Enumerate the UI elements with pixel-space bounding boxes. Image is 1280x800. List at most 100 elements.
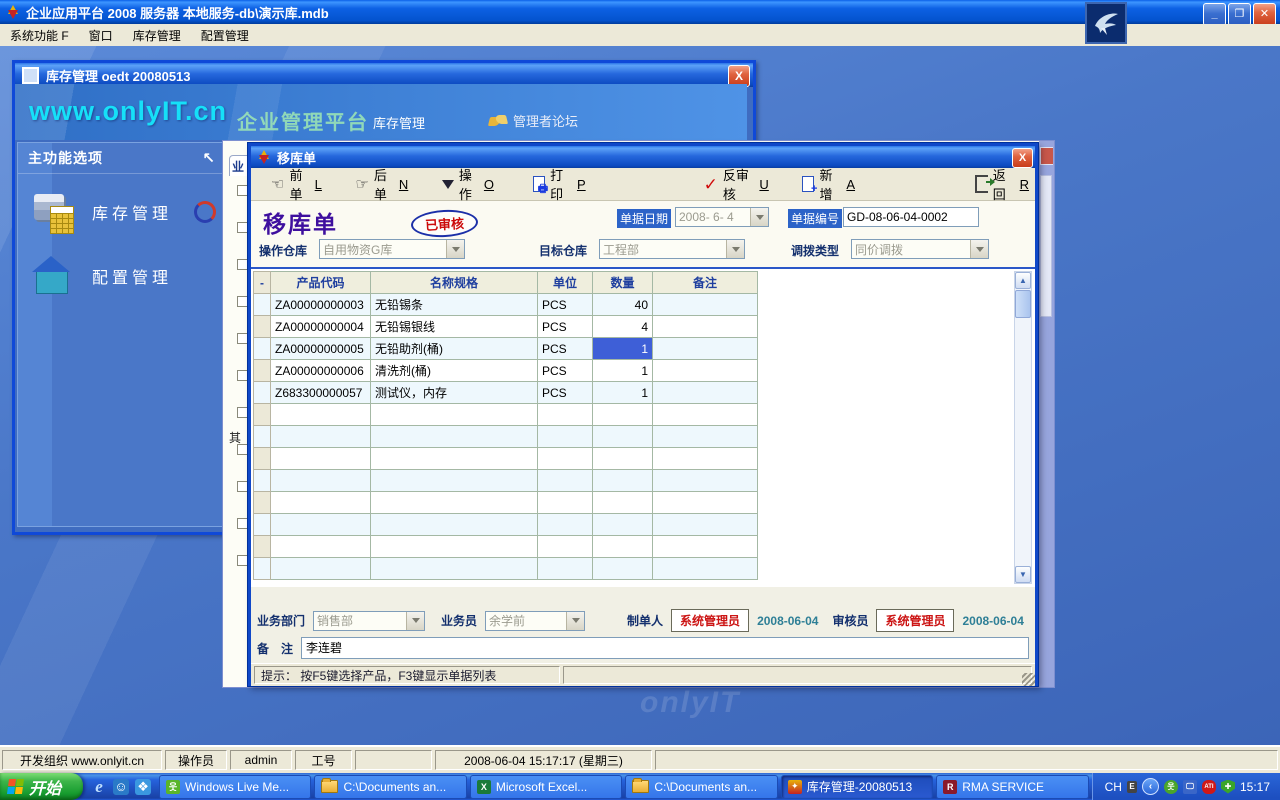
combo-arrow-icon[interactable]	[726, 240, 744, 258]
sidebar-item-config[interactable]: 配置管理	[32, 250, 226, 302]
grid-row[interactable]	[254, 404, 758, 426]
grid-row[interactable]	[254, 514, 758, 536]
grid-row-header[interactable]	[254, 382, 271, 404]
grid-cell[interactable]	[538, 404, 593, 426]
grid-cell[interactable]	[653, 382, 758, 404]
scroll-up-icon[interactable]: ▲	[1015, 272, 1031, 289]
inventory-window-titlebar[interactable]: 库存管理 oedt 20080513 X	[12, 60, 756, 87]
task-rma-service[interactable]: R RMA SERVICE	[936, 775, 1088, 799]
grid-cell[interactable]	[271, 470, 371, 492]
grid-cell[interactable]	[653, 426, 758, 448]
menu-config[interactable]: 配置管理	[191, 25, 259, 46]
grid-row-header[interactable]	[254, 294, 271, 316]
ime-indicator[interactable]: CH	[1105, 780, 1122, 794]
col-remark[interactable]: 备注	[653, 272, 758, 294]
grid-cell[interactable]: ZA00000000006	[271, 360, 371, 382]
grid-row-header[interactable]	[254, 470, 271, 492]
messenger-icon[interactable]: ☺	[113, 779, 129, 795]
grid-cell[interactable]	[653, 316, 758, 338]
grid-row[interactable]	[254, 426, 758, 448]
grid-cell[interactable]: 4	[593, 316, 653, 338]
grid-cell[interactable]: ZA00000000005	[271, 338, 371, 360]
close-button[interactable]: ✕	[1253, 3, 1276, 26]
task-excel[interactable]: X Microsoft Excel...	[470, 775, 622, 799]
task-explorer-2[interactable]: C:\Documents an...	[625, 775, 777, 799]
grid-row-header[interactable]	[254, 492, 271, 514]
grid-cell[interactable]	[593, 448, 653, 470]
grid-row[interactable]: Z683300000057测试仪，内存PCS1	[254, 382, 758, 404]
grid-scrollbar[interactable]: ▲ ▼	[1014, 271, 1032, 584]
grid-cell[interactable]	[653, 360, 758, 382]
grid-cell[interactable]	[593, 470, 653, 492]
date-combo[interactable]: 2008- 6- 4	[675, 207, 769, 227]
start-button[interactable]: 开始	[0, 773, 83, 800]
grid-cell[interactable]: PCS	[538, 316, 593, 338]
grid-cell[interactable]: ZA00000000004	[271, 316, 371, 338]
grid-cell[interactable]	[653, 492, 758, 514]
grid-cell[interactable]: PCS	[538, 338, 593, 360]
grid-cell[interactable]	[653, 294, 758, 316]
combo-arrow-icon[interactable]	[406, 612, 424, 630]
grid-row-header[interactable]	[254, 558, 271, 580]
operation-button[interactable]: 操作O	[436, 162, 500, 206]
grid-cell[interactable]	[271, 536, 371, 558]
grid-cell[interactable]: PCS	[538, 360, 593, 382]
grid-cell[interactable]	[593, 492, 653, 514]
grid-cell[interactable]	[271, 558, 371, 580]
browser-icon[interactable]: ❖	[135, 779, 151, 795]
dialog-close-button[interactable]: X	[1012, 148, 1033, 168]
grid-cell[interactable]	[371, 514, 538, 536]
grid-row-header[interactable]	[254, 448, 271, 470]
grid-cell[interactable]	[653, 448, 758, 470]
ie-icon[interactable]: e	[91, 779, 107, 795]
grid-row-header[interactable]	[254, 360, 271, 382]
grid-cell[interactable]	[653, 338, 758, 360]
grid-row-header[interactable]	[254, 426, 271, 448]
network-monitor-icon[interactable]: 🖵	[1183, 780, 1197, 794]
grid-cell[interactable]	[653, 514, 758, 536]
grid-cell[interactable]: 无铅锡条	[371, 294, 538, 316]
grid-cell[interactable]	[538, 470, 593, 492]
grid-cell[interactable]: ZA00000000003	[271, 294, 371, 316]
grid-cell[interactable]: PCS	[538, 382, 593, 404]
scroll-down-icon[interactable]: ▼	[1015, 566, 1031, 583]
grid-cell[interactable]	[371, 470, 538, 492]
grid-cell[interactable]: PCS	[538, 294, 593, 316]
transfer-type-combo[interactable]: 同价调拨	[851, 239, 989, 259]
grid-corner[interactable]: -	[254, 272, 271, 294]
grid-cell[interactable]	[653, 404, 758, 426]
grid-cell[interactable]	[271, 514, 371, 536]
grid-row[interactable]	[254, 536, 758, 558]
background-close-icon[interactable]	[1040, 147, 1053, 165]
grid-cell[interactable]	[653, 536, 758, 558]
doc-no-input[interactable]: GD-08-06-04-0002	[843, 207, 979, 227]
grid-row[interactable]	[254, 470, 758, 492]
grid-cell[interactable]: 1	[593, 360, 653, 382]
hide-icons-chevron-icon[interactable]: ‹	[1142, 778, 1159, 795]
minimize-button[interactable]: _	[1203, 3, 1226, 26]
sidebar-item-inventory[interactable]: 库存管理	[32, 186, 226, 238]
grid-cell[interactable]	[271, 404, 371, 426]
grid-row[interactable]	[254, 448, 758, 470]
grid-row[interactable]: ZA00000000006清洗剂(桶)PCS1	[254, 360, 758, 382]
dialog-titlebar[interactable]: 移库单 X	[251, 146, 1035, 168]
task-inventory-app[interactable]: ✦ 库存管理-20080513	[781, 775, 933, 799]
grid-row-header[interactable]	[254, 536, 271, 558]
grid-cell[interactable]	[271, 492, 371, 514]
restore-button[interactable]: ❐	[1228, 3, 1251, 26]
grid-cell[interactable]	[538, 558, 593, 580]
grid-cell[interactable]: 无铅锡银线	[371, 316, 538, 338]
menu-window[interactable]: 窗口	[79, 25, 123, 46]
grid-cell[interactable]: 1	[593, 338, 653, 360]
combo-arrow-icon[interactable]	[446, 240, 464, 258]
grid-cell[interactable]	[371, 426, 538, 448]
task-explorer-1[interactable]: C:\Documents an...	[314, 775, 466, 799]
grid-cell[interactable]	[271, 448, 371, 470]
grid-cell[interactable]: 测试仪，内存	[371, 382, 538, 404]
combo-arrow-icon[interactable]	[566, 612, 584, 630]
grid-row[interactable]: ZA00000000003无铅锡条PCS40	[254, 294, 758, 316]
grid-cell[interactable]	[538, 514, 593, 536]
unaudit-button[interactable]: ✓ 反审核U	[698, 162, 775, 206]
col-name-spec[interactable]: 名称规格	[371, 272, 538, 294]
forum-link[interactable]: 管理者论坛	[489, 111, 578, 130]
